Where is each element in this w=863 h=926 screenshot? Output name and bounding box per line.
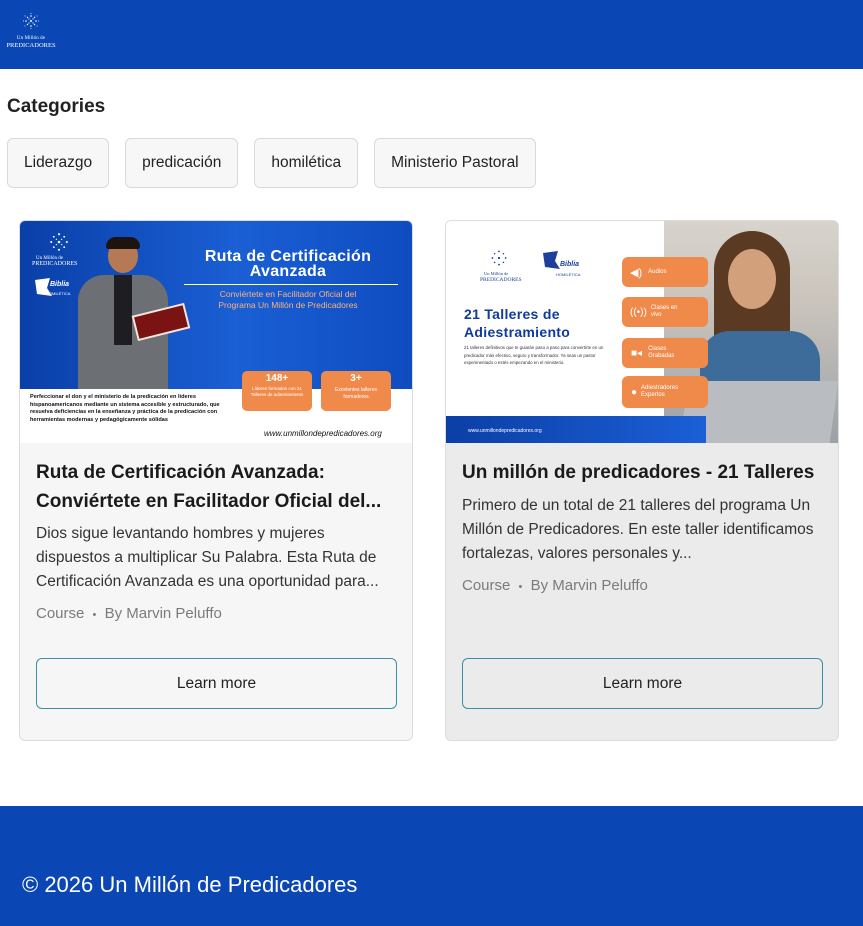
bible-speech-icon	[543, 251, 560, 269]
course-description: Dios sigue levantando hombres y mujeres …	[36, 525, 379, 590]
bible-speech-icon	[35, 278, 52, 296]
thumb-blurb: Perfeccionar el don y el ministerio de l…	[30, 394, 220, 423]
globe-logo-icon	[491, 250, 507, 266]
course-description: Primero de un total de 21 talleres del p…	[462, 497, 814, 562]
thumb-brand-bottom: PREDICADORES	[480, 277, 522, 283]
thumb-divider	[184, 284, 398, 285]
categories-heading: Categories	[7, 96, 106, 117]
globe-logo-icon	[23, 13, 39, 29]
broadcast-icon: ((•))	[630, 306, 647, 318]
meta-separator: •	[92, 609, 97, 621]
course-meta: Course • By Marvin Peluffo	[462, 577, 648, 594]
thumb-url: www.unmillondepredicadores.org	[468, 428, 542, 434]
category-list: Liderazgo predicación homilética Ministe…	[7, 138, 536, 188]
thumb-brand-top: Un Millón de	[484, 271, 509, 276]
feature-label: Adiestradores Expertos	[641, 385, 679, 398]
category-chip-ministerio-pastoral[interactable]: Ministerio Pastoral	[374, 138, 536, 188]
feature-label: Clases Grabadas	[648, 346, 675, 359]
course-thumbnail[interactable]: www.unmillondepredicadores.org Un Millón…	[446, 221, 838, 443]
feature-badge: ◀) Audios	[622, 257, 708, 287]
course-type: Course	[462, 577, 511, 594]
feature-label: Clases en vivo	[650, 305, 678, 318]
thumb-sub-line2: Programa Un Millón de Predicadores	[218, 300, 358, 310]
feature-badge: ((•)) Clases en vivo	[622, 297, 708, 327]
course-card: www.unmillondepredicadores.org Un Millón…	[445, 220, 839, 741]
meta-separator: •	[518, 581, 523, 593]
category-chip-predicacion[interactable]: predicación	[125, 138, 239, 188]
feature-badge: ■◂ Clases Grabadas	[622, 338, 708, 368]
thumb-sub-line1: Conviértete en Facilitador Oficial del	[219, 289, 357, 299]
course-thumbnail[interactable]: Un Millón de PREDICADORES Biblia HOMILÉT…	[20, 221, 412, 443]
category-chip-homiletica[interactable]: homilética	[254, 138, 359, 188]
category-chip-liderazgo[interactable]: Liderazgo	[7, 138, 110, 188]
course-type: Course	[36, 605, 85, 622]
person-icon: ●	[631, 386, 638, 398]
course-meta: Course • By Marvin Peluffo	[36, 605, 222, 622]
thumb-homiletica: HOMILÉTICA	[556, 272, 581, 277]
stat-value: 3+	[350, 373, 362, 384]
footer-copyright: © 2026 Un Millón de Predicadores	[22, 872, 358, 897]
stat-box: 148+ Líderes formados con 21 Talleres de…	[242, 371, 312, 411]
course-author: By Marvin Peluffo	[104, 605, 222, 622]
stat-box: 3+ Excelentes talleres formadores	[321, 371, 391, 411]
student-photo	[664, 221, 838, 443]
thumb-heading-line1: 21 Talleres de	[464, 306, 560, 322]
video-camera-icon: ■◂	[631, 347, 643, 359]
stat-value: 148+	[265, 373, 289, 384]
course-title[interactable]: Ruta de Certificación Avanzada: Conviért…	[36, 458, 398, 516]
feature-label: Audios	[648, 269, 667, 275]
thumb-heading-line2: Adiestramiento	[464, 324, 571, 340]
thumb-url: www.unmillondepredicadores.org	[264, 429, 382, 438]
thumb-body: 21 talleres definitivos que te guiarán p…	[464, 345, 604, 366]
course-card: Un Millón de PREDICADORES Biblia HOMILÉT…	[19, 220, 413, 741]
site-footer: © 2026 Un Millón de Predicadores	[0, 806, 863, 926]
learn-more-button[interactable]: Learn more	[462, 658, 823, 709]
thumb-heading-line2: Avanzada	[249, 263, 327, 280]
presenter-photo	[64, 237, 191, 389]
stat-label: Líderes formados con 21 Talleres de adie…	[250, 386, 304, 397]
speaker-icon: ◀)	[630, 266, 643, 279]
feature-badge: ● Adiestradores Expertos	[622, 376, 708, 408]
thumb-biblia: Biblia	[560, 261, 580, 268]
site-logo[interactable]: Un Millón de PREDICADORES	[6, 12, 56, 56]
course-author: By Marvin Peluffo	[530, 577, 648, 594]
logo-line2: PREDICADORES	[6, 42, 56, 49]
stat-label: Excelentes talleres formadores	[335, 387, 377, 400]
course-title[interactable]: Un millón de predicadores - 21 Talleres	[462, 458, 824, 487]
learn-more-button[interactable]: Learn more	[36, 658, 397, 709]
top-navbar: Un Millón de PREDICADORES	[0, 0, 863, 69]
